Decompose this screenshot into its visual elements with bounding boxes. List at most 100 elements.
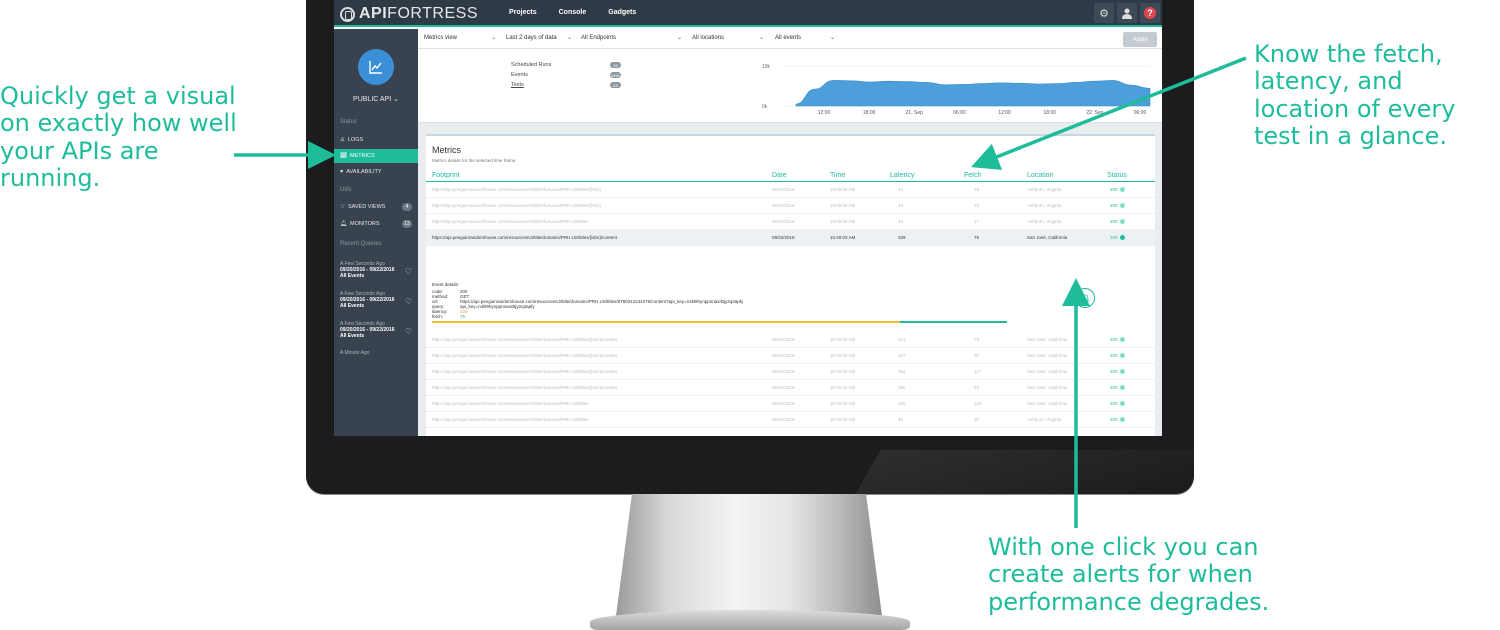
table-row[interactable]: https://api.penguinrandomhouse.com/resou… <box>426 182 1155 198</box>
sidebar-item-monitors[interactable]: 🔔︎ MONITORS 13 <box>334 217 418 231</box>
cell-date: 09/22/2016 <box>772 401 795 406</box>
col-time[interactable]: Time <box>830 172 845 179</box>
view-select[interactable]: Metrics view <box>424 35 457 41</box>
cell-location: Ashburn, Virginia <box>1027 187 1062 192</box>
cell-footprint: https://api.penguinrandomhouse.com/resou… <box>432 219 589 224</box>
fetch-segment <box>900 321 1007 323</box>
sidebar-item-availability[interactable]: ♥ AVAILABILITY <box>334 165 418 179</box>
col-latency[interactable]: Latency <box>890 172 915 179</box>
bell-icon <box>1080 294 1090 302</box>
cell-fetch: 25 <box>974 203 980 208</box>
detail-query: api_key=n4kl9hynppnnaxrBjy2q3apfy <box>460 304 535 309</box>
status-code: 200 <box>1110 219 1118 224</box>
col-location[interactable]: Location <box>1027 172 1053 179</box>
cell-latency: 336 <box>898 401 906 406</box>
table-row[interactable]: https://api.penguinrandomhouse.com/resou… <box>426 364 1155 380</box>
x-tick-label: 22. Sep <box>1086 110 1103 116</box>
x-tick-label: 18:00 <box>1043 110 1056 116</box>
favorite-heart-icon[interactable]: ♡ <box>405 268 412 276</box>
latency-fetch-bar <box>432 321 1007 323</box>
cell-footprint: https://api.penguinrandomhouse.com/resou… <box>432 417 589 422</box>
scheduled-runs-label: Scheduled Runs <box>511 62 552 68</box>
gear-icon[interactable]: ⚙ <box>1094 3 1114 23</box>
locations-select[interactable]: All locations <box>692 35 724 41</box>
endpoints-select[interactable]: All Endpoints <box>581 35 616 41</box>
period-select[interactable]: Last 2 days of data <box>506 35 557 41</box>
nav-console[interactable]: Console <box>559 9 587 16</box>
metrics-subtitle: Metrics details for the selected time fr… <box>432 158 517 163</box>
table-row[interactable]: https://api.penguinrandomhouse.com/resou… <box>426 214 1155 230</box>
sidebar-item-label: SAVED VIEWS <box>347 204 386 210</box>
cell-time: 10:40:08 AM <box>830 417 856 422</box>
tests-link[interactable]: Tests <box>511 82 524 88</box>
cell-latency: 329 <box>898 235 906 240</box>
create-alert-button[interactable] <box>1075 288 1095 308</box>
sidebar-item-metrics[interactable]: 📈︎ METRICS <box>334 149 418 163</box>
status-code: 200 <box>1110 203 1118 208</box>
cell-date: 09/22/2016 <box>772 187 795 192</box>
apply-button[interactable]: Apply <box>1123 32 1157 47</box>
cell-fetch: 226 <box>974 401 982 406</box>
logs-icon: ♙ <box>340 137 345 143</box>
recent-query[interactable]: A Few Seconds Ago 09/20/2016 - 09/22/201… <box>334 321 418 339</box>
cell-footprint: https://api.penguinrandomhouse.com/resou… <box>432 401 589 406</box>
query-when: A Minute Ago <box>340 350 370 356</box>
utils-section-label: Utils <box>340 187 352 193</box>
monitor-base <box>590 610 910 630</box>
cell-fetch: 83 <box>974 385 980 390</box>
status-dot-icon <box>1119 235 1125 241</box>
summary-panel: Scheduled Runs 26 Events 5464 Tests 24 0… <box>418 49 1162 123</box>
sidebar-item-saved-views[interactable]: ♡ SAVED VIEWS 4 <box>334 200 418 214</box>
status-dot-icon <box>1119 203 1125 209</box>
status-code: 200 <box>1110 187 1118 192</box>
table-row[interactable]: https://api.penguinrandomhouse.com/resou… <box>426 198 1155 214</box>
col-status[interactable]: Status <box>1107 172 1127 179</box>
chevron-down-icon: ⌄ <box>830 35 836 41</box>
sidebar-item-label: LOGS <box>347 137 364 143</box>
cell-time: 10:40:02 AM <box>830 353 856 358</box>
cell-location: San José, California <box>1027 353 1068 358</box>
cell-date: 09/22/2016 <box>772 385 795 390</box>
col-fetch[interactable]: Fetch <box>964 172 982 179</box>
cell-time: 10:40:01 AM <box>830 385 856 390</box>
col-date[interactable]: Date <box>772 172 787 179</box>
y-tick-label: 0k <box>762 104 768 110</box>
table-row[interactable]: https://api.penguinrandomhouse.com/resou… <box>426 396 1155 412</box>
table-row[interactable]: https://api.penguinrandomhouse.com/resou… <box>426 380 1155 396</box>
cell-latency: 46 <box>898 219 904 224</box>
detail-fetch: 75 <box>460 314 466 319</box>
table-row[interactable]: https://api.penguinrandomhouse.com/resou… <box>426 230 1155 246</box>
cell-location: Ashburn, Virginia <box>1027 203 1062 208</box>
sidebar-item-logs[interactable]: ♙ LOGS <box>334 133 418 147</box>
events-select[interactable]: All events <box>775 35 801 41</box>
status-dot-icon <box>1119 401 1125 407</box>
nav-projects[interactable]: Projects <box>509 9 537 16</box>
apifortress-logo[interactable]: APIFORTRESS <box>340 5 478 23</box>
metrics-title: Metrics <box>432 145 461 155</box>
top-navigation-bar: APIFORTRESS Projects Console Gadgets ⚙ ? <box>334 0 1162 27</box>
main-nav: Projects Console Gadgets <box>509 9 636 16</box>
y-tick-label: 10k <box>762 64 771 70</box>
nav-gadgets[interactable]: Gadgets <box>608 9 636 16</box>
help-icon[interactable]: ? <box>1140 3 1160 23</box>
project-avatar[interactable] <box>358 49 394 85</box>
cell-date: 09/22/2016 <box>772 219 795 224</box>
status-code: 200 <box>1110 337 1118 342</box>
table-row[interactable]: https://api.penguinrandomhouse.com/resou… <box>426 348 1155 364</box>
x-tick-label: 12:00 <box>998 110 1011 116</box>
table-row[interactable]: https://api.penguinrandomhouse.com/resou… <box>426 332 1155 348</box>
logo-text: APIFORTRESS <box>359 5 478 22</box>
recent-query[interactable]: A Few Seconds Ago 09/20/2016 - 09/22/201… <box>334 291 418 309</box>
cell-latency: 49 <box>898 203 904 208</box>
favorite-heart-icon[interactable]: ♡ <box>405 328 412 336</box>
project-selector[interactable]: PUBLIC API ⌄ <box>334 95 418 103</box>
annotation-left: Quickly get a visual on exactly how well… <box>0 82 237 193</box>
recent-query[interactable]: A Few Seconds Ago 09/20/2016 - 09/22/201… <box>334 261 418 279</box>
event-details: Event details: code: 200 method: GET url… <box>426 278 1155 332</box>
table-row[interactable]: https://api.penguinrandomhouse.com/resou… <box>426 412 1155 428</box>
col-footprint[interactable]: Footprint <box>432 172 460 179</box>
detail-key: fetch: <box>432 314 444 319</box>
favorite-heart-icon[interactable]: ♡ <box>405 298 412 306</box>
recent-query[interactable]: A Minute Ago <box>334 350 418 356</box>
user-icon[interactable] <box>1117 3 1137 23</box>
